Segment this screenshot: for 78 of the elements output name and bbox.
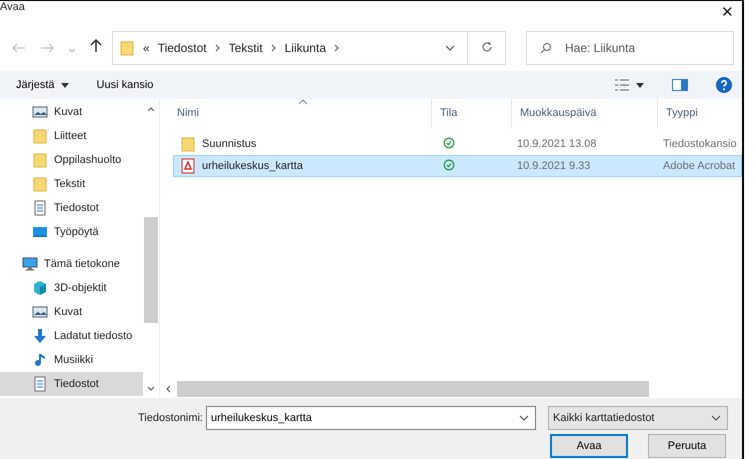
computer-icon xyxy=(22,256,38,272)
cube-icon xyxy=(32,280,48,296)
music-note-icon xyxy=(32,352,48,368)
file-row[interactable]: urheilukeskus_kartta 10.9.2021 9.33 Adobe Acrobat xyxy=(173,155,742,177)
sidebar-item[interactable]: Kuvat xyxy=(0,300,143,324)
filename-field[interactable]: urheilukeskus_kartta xyxy=(206,406,536,430)
sidebar-item[interactable]: Kuvat xyxy=(0,100,143,124)
sidebar-item[interactable]: Tämä tietokone xyxy=(0,252,143,276)
sidebar-item[interactable]: Tiedostot xyxy=(0,372,143,396)
chevron-right-icon xyxy=(270,44,277,52)
sidebar-item[interactable]: Tiedostot xyxy=(0,196,143,220)
folder-icon xyxy=(32,176,48,192)
sidebar-item[interactable]: Tekstit xyxy=(0,172,143,196)
chevron-right-icon xyxy=(334,44,340,52)
desktop-icon xyxy=(32,224,48,240)
breadcrumb-overflow[interactable]: « xyxy=(143,41,150,55)
address-bar[interactable]: « Tiedostot Tekstit Liikunta xyxy=(112,31,506,65)
filename-label: Tiedostonimi: xyxy=(136,412,204,424)
new-folder-button[interactable]: Uusi kansio xyxy=(96,79,154,91)
sidebar-item[interactable]: Liitteet xyxy=(0,124,143,148)
refresh-icon xyxy=(480,41,492,53)
pdf-file-icon xyxy=(180,158,196,174)
breadcrumb[interactable]: Tekstit xyxy=(228,41,263,55)
column-header[interactable]: Tila xyxy=(432,99,512,129)
document-icon xyxy=(32,376,48,392)
search-icon xyxy=(540,42,552,54)
view-options-button[interactable] xyxy=(614,79,644,91)
type-cell-text: Tiedostokansio xyxy=(663,138,738,150)
chevron-down-icon xyxy=(711,415,721,421)
open-button[interactable]: Avaa xyxy=(550,434,628,458)
sidebar-item[interactable]: Musiikki xyxy=(0,348,143,372)
help-button[interactable] xyxy=(716,77,732,93)
organize-menu-button[interactable]: Järjestä xyxy=(16,79,69,91)
column-header[interactable]: Muokkauspäivä xyxy=(512,99,658,129)
folder-icon xyxy=(32,152,48,168)
file-name: Suunnistus xyxy=(202,138,256,150)
chevron-right-icon xyxy=(214,44,221,52)
chevron-down-icon xyxy=(68,48,76,52)
file-name: urheilukeskus_kartta xyxy=(202,160,303,172)
back-arrow-icon xyxy=(12,42,26,52)
scroll-left-icon xyxy=(166,385,171,393)
file-row[interactable]: Suunnistus 10.9.2021 13.08 Tiedostokansio xyxy=(173,133,742,155)
up-arrow-icon xyxy=(90,39,102,53)
sidebar-item[interactable]: Oppilashuolto xyxy=(0,148,143,172)
folder-icon xyxy=(32,128,48,144)
close-button[interactable]: ✕ xyxy=(713,1,742,23)
sort-caret-icon xyxy=(298,99,308,105)
forward-arrow-icon xyxy=(40,42,54,52)
sidebar-item[interactable]: 3D-objektit xyxy=(0,276,143,300)
date-cell-text: 10.9.2021 13.08 xyxy=(517,138,598,150)
picture-icon xyxy=(32,304,48,320)
chevron-down-icon xyxy=(445,45,455,51)
preview-pane-button[interactable] xyxy=(672,79,688,91)
caret-icon xyxy=(60,82,69,88)
chevron-down-icon xyxy=(519,415,529,421)
cancel-button[interactable]: Peruuta xyxy=(648,434,726,458)
sidebar-item[interactable]: Työpöytä xyxy=(0,220,143,244)
folder-icon xyxy=(180,136,196,152)
preview-pane-icon xyxy=(672,79,688,91)
caret-icon xyxy=(636,82,644,88)
column-header[interactable]: Nimi xyxy=(169,99,432,129)
date-cell-text: 10.9.2021 9.33 xyxy=(517,160,592,172)
type-cell-text: Adobe Acrobat xyxy=(663,160,736,172)
document-icon xyxy=(32,200,48,216)
column-header[interactable]: Tyyppi xyxy=(658,99,742,129)
download-arrow-icon xyxy=(32,328,48,344)
file-type-dropdown[interactable]: Kaikki karttatiedostot xyxy=(548,406,728,430)
help-icon xyxy=(716,77,732,93)
breadcrumb[interactable]: Tiedostot xyxy=(158,41,207,55)
breadcrumb[interactable]: Liikunta xyxy=(284,41,326,55)
window-title: Avaa xyxy=(0,1,25,13)
search-field[interactable]: Hae: Liikunta xyxy=(526,31,734,65)
details-view-icon xyxy=(614,79,630,91)
scroll-up-icon xyxy=(147,106,155,112)
scroll-down-icon xyxy=(147,386,155,390)
picture-icon xyxy=(32,104,48,120)
folder-icon xyxy=(119,40,135,56)
sidebar-item[interactable]: Ladatut tiedosto xyxy=(0,324,143,348)
